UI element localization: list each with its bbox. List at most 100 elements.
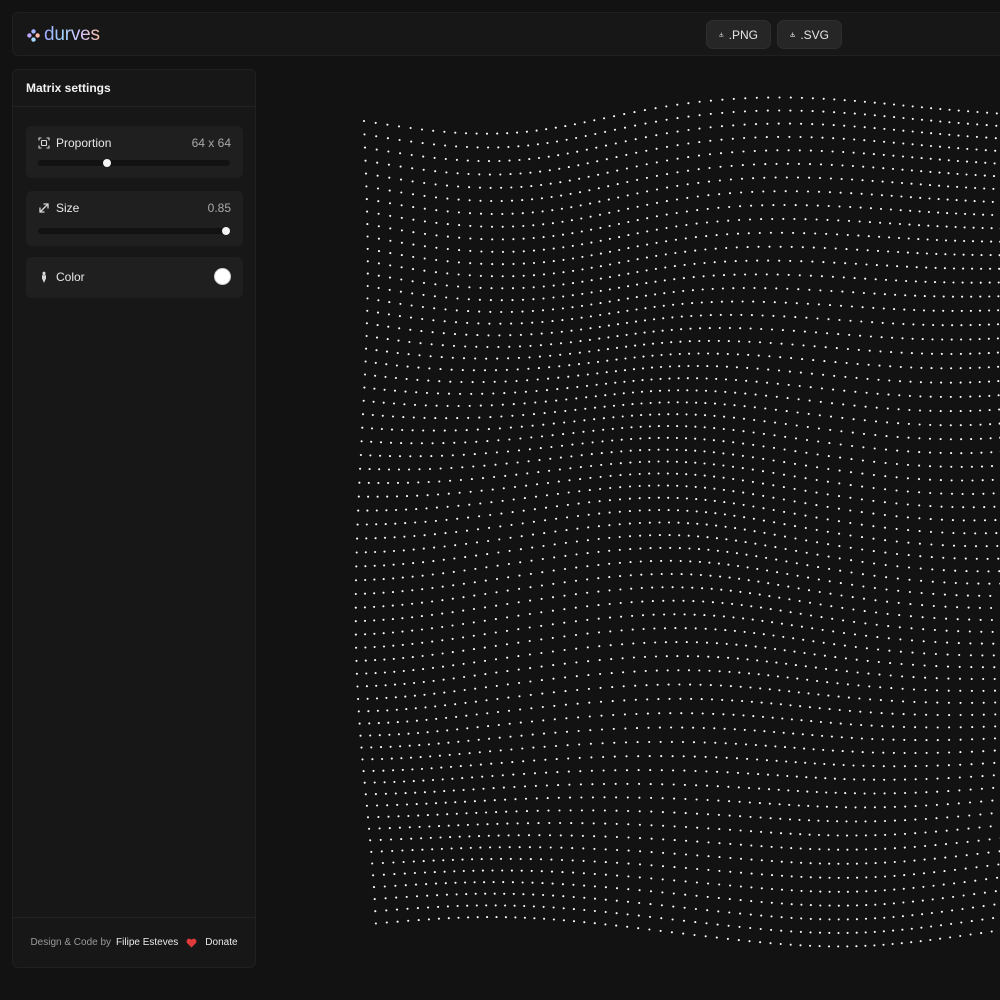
- matrix-dot: [891, 181, 894, 184]
- matrix-dot: [475, 811, 478, 814]
- matrix-dot: [770, 901, 773, 904]
- matrix-dot: [626, 796, 629, 799]
- matrix-dot: [831, 749, 834, 752]
- size-slider-handle[interactable]: [222, 227, 231, 235]
- color-swatch[interactable]: [214, 268, 231, 285]
- matrix-dot: [990, 618, 993, 622]
- matrix-dot: [451, 454, 454, 457]
- matrix-dot: [599, 226, 602, 229]
- matrix-dot: [648, 484, 651, 487]
- export-svg-button[interactable]: .SVG: [777, 20, 842, 49]
- matrix-dot: [673, 879, 676, 882]
- matrix-dot: [387, 468, 391, 471]
- matrix-dot: [627, 875, 630, 878]
- matrix-dot: [868, 685, 871, 688]
- matrix-dot: [412, 548, 415, 551]
- matrix-dot: [466, 823, 469, 826]
- matrix-dot: [499, 857, 503, 860]
- matrix-dot: [892, 738, 895, 741]
- matrix-dot: [793, 746, 796, 749]
- matrix-dot: [780, 342, 783, 345]
- matrix-dot: [956, 618, 959, 621]
- matrix-dot: [490, 857, 493, 861]
- matrix-dot: [767, 96, 770, 99]
- matrix-dot: [676, 496, 679, 500]
- matrix-dot: [837, 904, 840, 907]
- matrix-dot: [770, 874, 774, 877]
- matrix-dot: [453, 441, 456, 444]
- matrix-dot: [392, 402, 396, 405]
- matrix-dot: [394, 884, 397, 887]
- proportion-slider-handle[interactable]: [103, 159, 112, 167]
- matrix-dot: [971, 240, 975, 243]
- matrix-dot: [427, 480, 430, 484]
- matrix-dot: [996, 544, 999, 548]
- matrix-dot: [598, 659, 601, 662]
- matrix-dot: [876, 392, 879, 395]
- matrix-dot: [369, 454, 372, 457]
- proportion-slider[interactable]: [38, 159, 230, 167]
- matrix-dot: [402, 549, 405, 552]
- matrix-dot: [507, 576, 510, 579]
- matrix-dot: [819, 163, 823, 166]
- matrix-dot: [650, 864, 653, 867]
- matrix-dot: [580, 328, 583, 331]
- matrix-dot: [618, 548, 621, 551]
- matrix-dot: [657, 460, 660, 463]
- matrix-dot: [696, 826, 699, 829]
- matrix-dot: [919, 183, 922, 186]
- matrix-dot: [675, 198, 679, 201]
- matrix-dot: [483, 646, 486, 649]
- matrix-dot: [978, 606, 981, 609]
- matrix-dot: [965, 160, 969, 163]
- matrix-dot: [716, 352, 719, 355]
- matrix-dot: [776, 149, 779, 152]
- matrix-dot: [770, 831, 773, 834]
- matrix-dot: [375, 349, 378, 352]
- matrix-dot: [922, 628, 925, 631]
- export-png-button[interactable]: .PNG: [706, 20, 771, 49]
- matrix-dot: [401, 630, 404, 633]
- matrix-dot: [397, 468, 401, 471]
- matrix-dot: [541, 210, 544, 213]
- matrix-dot: [590, 756, 593, 759]
- matrix-dot: [487, 334, 490, 337]
- matrix-dot: [451, 597, 454, 600]
- logo[interactable]: durves: [27, 23, 100, 47]
- matrix-dot: [498, 846, 501, 849]
- matrix-dot: [839, 304, 843, 307]
- matrix-dot: [807, 804, 810, 807]
- author-link[interactable]: Filipe Esteves: [116, 937, 178, 948]
- matrix-dot: [782, 498, 785, 501]
- matrix-dot: [616, 169, 619, 172]
- matrix-dot: [779, 832, 783, 835]
- matrix-dot: [638, 876, 641, 879]
- matrix-dot: [473, 581, 476, 584]
- matrix-dot: [934, 652, 937, 656]
- matrix-dot: [520, 869, 523, 872]
- size-slider[interactable]: [38, 227, 231, 235]
- matrix-dot: [437, 905, 440, 908]
- matrix-dot: [793, 500, 796, 503]
- matrix-dot: [753, 530, 756, 533]
- matrix-dot: [493, 380, 496, 383]
- matrix-dot: [674, 251, 677, 255]
- matrix-dot: [822, 641, 825, 644]
- matrix-dot: [913, 859, 916, 862]
- matrix-dot: [387, 313, 390, 316]
- matrix-dot: [552, 234, 555, 238]
- matrix-dot: [671, 586, 674, 589]
- matrix-dot: [457, 185, 460, 188]
- matrix-dot: [804, 477, 807, 480]
- donate-link[interactable]: Donate: [205, 937, 237, 948]
- matrix-dot: [581, 268, 584, 271]
- matrix-dot: [379, 838, 382, 841]
- matrix-dot: [504, 474, 507, 477]
- matrix-dot: [959, 713, 962, 717]
- matrix-dot: [672, 303, 675, 306]
- matrix-dot: [540, 638, 543, 641]
- matrix-dot: [814, 331, 818, 334]
- matrix-dot: [873, 930, 876, 933]
- matrix-dot: [399, 152, 402, 155]
- matrix-dot: [663, 627, 667, 630]
